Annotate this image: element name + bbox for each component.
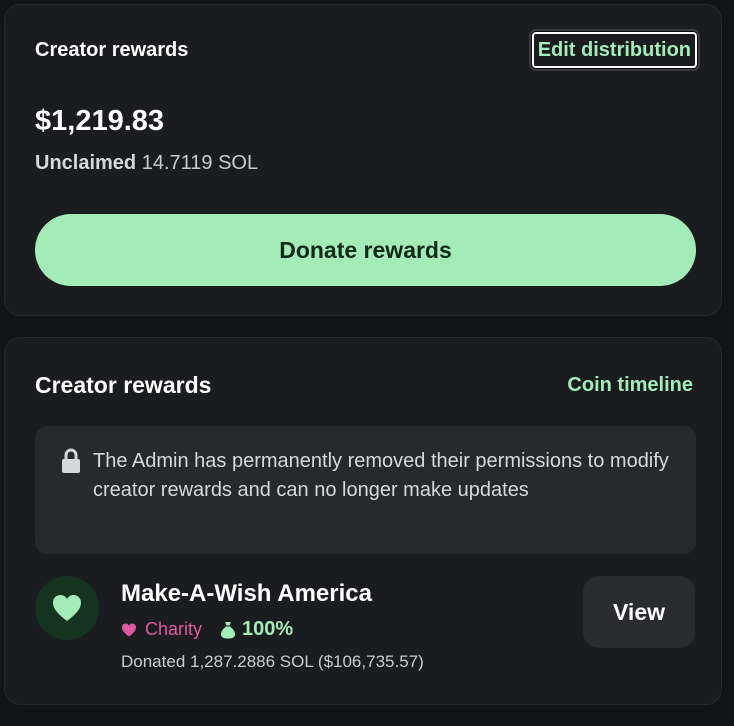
view-recipient-button[interactable]: View [583, 576, 695, 648]
charity-tag-label: Charity [145, 619, 203, 639]
unclaimed-rewards: Unclaimed 14.7119 SOL [35, 152, 258, 175]
recipient-badges: Charity 100% [121, 618, 293, 641]
lock-icon [62, 448, 80, 473]
money-bag-icon [221, 621, 236, 638]
rewards-card-title: Creator rewards [35, 39, 189, 61]
charity-name: Make-A-Wish America [121, 580, 372, 607]
notice-text: The Admin has permanently removed their … [93, 450, 669, 501]
permissions-notice: The Admin has permanently removed their … [35, 426, 696, 554]
distribution-share-value: 100% [242, 618, 294, 640]
edit-distribution-button[interactable]: Edit distribution [531, 32, 697, 68]
charity-avatar [35, 576, 99, 640]
heart-icon [53, 595, 81, 621]
rewards-amount: $1,219.83 [35, 105, 165, 137]
heart-icon [122, 623, 136, 636]
distribution-card-title: Creator rewards [35, 372, 212, 398]
donated-total: Donated 1,287.2886 SOL ($106,735.57) [121, 652, 424, 671]
unclaimed-value: 14.7119 SOL [141, 152, 259, 174]
coin-timeline-link[interactable]: Coin timeline [567, 374, 693, 397]
rewards-summary-card: Creator rewards Edit distribution $1,219… [4, 4, 722, 316]
rewards-distribution-card: Creator rewards Coin timeline The Admin … [4, 337, 722, 705]
donate-rewards-button[interactable]: Donate rewards [35, 214, 696, 286]
distribution-share: 100% [220, 618, 293, 641]
unclaimed-label: Unclaimed [35, 152, 137, 174]
charity-tag: Charity [121, 619, 202, 640]
